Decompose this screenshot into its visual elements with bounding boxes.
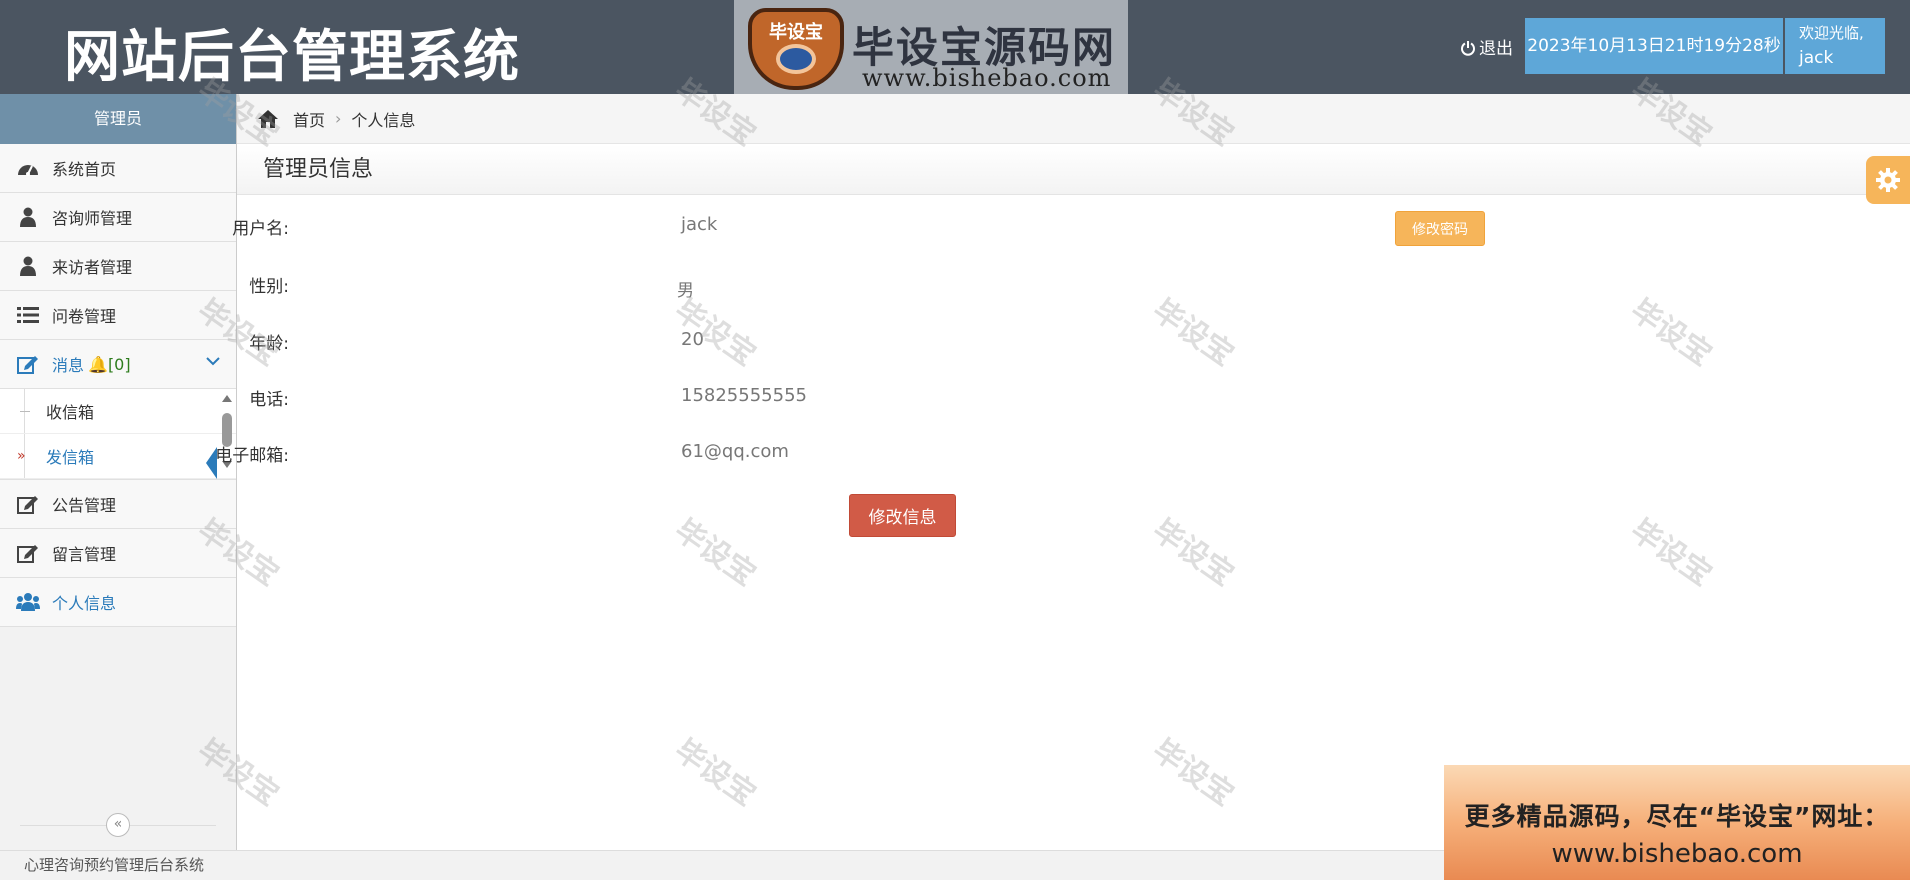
top-header: 网站后台管理系统 毕设宝 毕设宝源码网 www.bishebao.com 退出 …	[0, 0, 1910, 94]
list-icon	[16, 303, 40, 327]
datetime-display: 2023年10月13日21时19分28秒	[1525, 18, 1783, 74]
sidebar-item-label: 个人信息	[52, 594, 117, 613]
breadcrumb-home-link[interactable]: 首页	[293, 107, 325, 131]
sidebar-item-dashboard[interactable]: 系统首页	[0, 144, 236, 193]
sidebar-item-label: 问卷管理	[52, 307, 117, 326]
sidebar-role-header: 管理员	[0, 94, 236, 144]
watermark: 毕设宝	[668, 512, 762, 594]
watermark: 毕设宝	[1624, 292, 1718, 374]
field-value-username: jack	[681, 214, 718, 235]
welcome-label: 欢迎光临,	[1799, 24, 1864, 42]
submenu-item-label: 发信箱	[46, 448, 95, 467]
sidebar-collapse-button[interactable]: «	[106, 813, 130, 837]
save-info-button[interactable]: 修改信息	[849, 494, 956, 537]
sidebar-item-announcements[interactable]: 公告管理	[0, 480, 236, 529]
sidebar-item-label: 消息	[52, 356, 85, 375]
breadcrumb-separator: ›	[335, 109, 342, 128]
submenu-item-label: 收信箱	[46, 403, 95, 422]
watermark: 毕设宝	[1146, 512, 1240, 594]
field-value-phone: 15825555555	[681, 385, 807, 406]
field-label: 性别:	[249, 277, 289, 297]
edit-icon	[16, 492, 40, 516]
promo-text: 更多精品源码，尽在“毕设宝”网址：	[1464, 802, 1890, 831]
breadcrumb: 首页 › 个人信息	[237, 94, 1910, 144]
current-username: jack	[1799, 48, 1834, 68]
field-row-username: 用户名: jack	[232, 206, 1437, 246]
double-chevron-right-icon: »	[17, 448, 26, 464]
sidebar-item-label: 系统首页	[52, 160, 117, 179]
field-label: 年龄:	[249, 334, 289, 354]
field-row-phone: 电话: 15825555555	[237, 377, 1437, 417]
field-row-age: 年龄: 20	[237, 321, 1437, 361]
brand-logo-text: 毕设宝	[769, 22, 823, 43]
brand-banner: 毕设宝 毕设宝源码网 www.bishebao.com	[734, 0, 1128, 94]
watermark: 毕设宝	[668, 732, 762, 814]
power-icon	[1461, 41, 1475, 56]
watermark: 毕设宝	[1146, 732, 1240, 814]
site-title: 网站后台管理系统	[64, 24, 520, 90]
watermark: 毕设宝	[1624, 512, 1718, 594]
submenu-tick	[20, 411, 30, 412]
settings-toggle-button[interactable]	[1866, 156, 1910, 204]
promo-url: www.bishebao.com	[1551, 839, 1803, 869]
change-password-button[interactable]: 修改密码	[1395, 211, 1485, 246]
page-title: 管理员信息	[237, 145, 1910, 195]
field-value-age: 20	[681, 329, 704, 350]
user-icon	[16, 205, 40, 229]
sidebar: 管理员 系统首页 咨询师管理 来访者管理 问卷管理 消息 🔔[0] 收信箱 » …	[0, 94, 237, 850]
field-value-email: 61@qq.com	[681, 441, 789, 462]
sidebar-item-label: 留言管理	[52, 545, 117, 564]
welcome-box: 欢迎光临, jack	[1785, 18, 1885, 74]
field-label: 电话:	[249, 390, 289, 410]
gear-icon	[1876, 168, 1900, 192]
logout-button[interactable]: 退出	[1460, 34, 1513, 59]
field-label: 用户名:	[232, 219, 289, 239]
brand-logo: 毕设宝	[748, 8, 844, 90]
breadcrumb-current: 个人信息	[351, 110, 416, 130]
logout-label: 退出	[1479, 39, 1513, 59]
brand-logo-eye	[776, 44, 816, 74]
sidebar-item-label: 公告管理	[52, 496, 117, 515]
edit-icon	[16, 541, 40, 565]
field-label: 电子邮箱:	[215, 446, 289, 466]
sidebar-item-profile[interactable]: 个人信息	[0, 578, 236, 627]
sidebar-item-comments[interactable]: 留言管理	[0, 529, 236, 578]
brand-url: www.bishebao.com	[862, 64, 1112, 92]
promo-banner: 更多精品源码，尽在“毕设宝”网址： www.bishebao.com	[1444, 765, 1910, 880]
user-icon	[16, 254, 40, 278]
message-count-badge: 🔔[0]	[88, 354, 131, 374]
dashboard-icon	[16, 156, 40, 180]
chevron-down-icon	[206, 357, 220, 366]
field-row-email: 电子邮箱: 61@qq.com	[215, 433, 1437, 473]
field-row-gender: 性别: 男	[237, 264, 1437, 304]
users-icon	[16, 590, 40, 614]
home-icon[interactable]	[257, 109, 279, 129]
field-value-gender: 男	[677, 281, 694, 301]
edit-icon	[16, 352, 40, 376]
